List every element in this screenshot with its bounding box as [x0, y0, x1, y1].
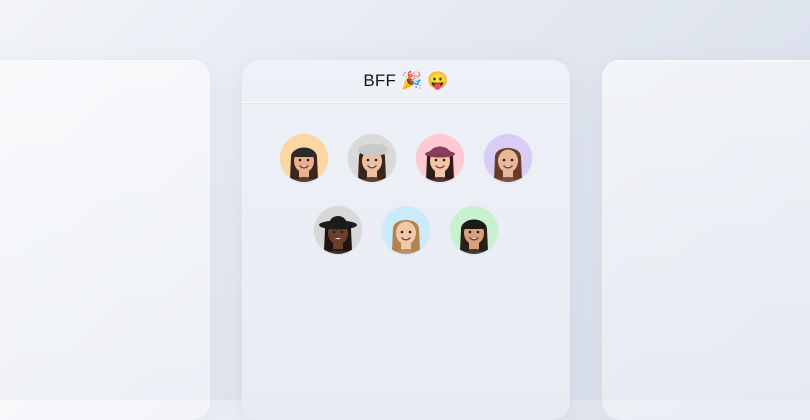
member-avatar[interactable] [314, 206, 362, 254]
next-group-card[interactable] [602, 60, 810, 420]
memoji-icon [358, 144, 388, 182]
previous-group-card[interactable] [0, 60, 210, 420]
avatar-row [242, 134, 570, 182]
memoji-icon [425, 146, 455, 182]
member-avatar-grid [242, 134, 570, 278]
member-avatar[interactable] [484, 134, 532, 182]
memoji-icon [392, 220, 420, 254]
group-card: BFF 🎉 😛 [242, 60, 570, 420]
memoji-icon [494, 148, 522, 182]
avatar-row [242, 206, 570, 254]
member-avatar[interactable] [450, 206, 498, 254]
memoji-icon [290, 147, 318, 182]
member-avatar[interactable] [382, 206, 430, 254]
member-avatar[interactable] [280, 134, 328, 182]
memoji-icon [319, 216, 357, 254]
member-avatar[interactable] [348, 134, 396, 182]
group-header: BFF 🎉 😛 [242, 60, 570, 104]
memoji-icon [460, 219, 488, 254]
member-avatar[interactable] [416, 134, 464, 182]
group-title: BFF 🎉 😛 [363, 71, 449, 90]
